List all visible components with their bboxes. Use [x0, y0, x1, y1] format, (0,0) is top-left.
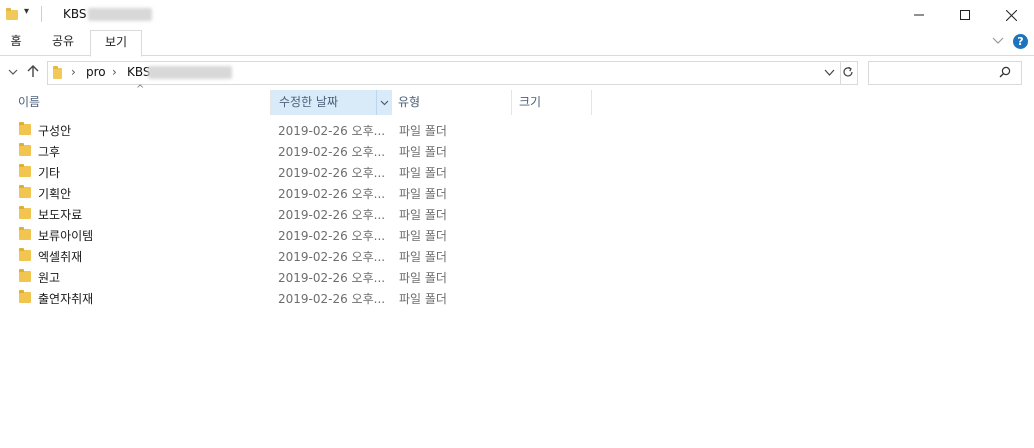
item-date: 2019-02-26 오후... [278, 271, 386, 285]
recent-locations-button[interactable] [8, 66, 18, 80]
folder-icon [19, 206, 31, 219]
window-title: KBS [63, 7, 87, 21]
list-item[interactable]: 기획안 2019-02-26 오후... 파일 폴더 [16, 183, 476, 204]
maximize-button[interactable] [942, 0, 988, 30]
item-type: 파일 폴더 [399, 145, 447, 159]
column-header-name[interactable]: 이름 [16, 90, 272, 115]
list-item[interactable]: 그후 2019-02-26 오후... 파일 폴더 [16, 141, 476, 162]
list-item[interactable]: 보도자료 2019-02-26 오후... 파일 폴더 [16, 204, 476, 225]
folder-icon [6, 8, 18, 20]
folder-icon [19, 185, 31, 198]
item-name: 기타 [38, 166, 61, 180]
quick-access-dropdown-icon[interactable]: ▾ [24, 6, 29, 17]
column-header-type[interactable]: 유형 [392, 90, 511, 115]
title-bar [0, 0, 1034, 30]
help-icon[interactable]: ? [1013, 34, 1028, 49]
item-name: 출연자취재 [38, 292, 94, 306]
refresh-icon [842, 66, 854, 81]
item-name: 보류아이템 [38, 229, 94, 243]
folder-icon [19, 248, 31, 261]
folder-icon [19, 122, 31, 135]
breadcrumb-pro[interactable]: pro [86, 65, 106, 79]
folder-icon [19, 227, 31, 240]
item-date: 2019-02-26 오후... [278, 145, 386, 159]
item-type: 파일 폴더 [399, 250, 447, 264]
chevron-down-icon [8, 69, 18, 75]
folder-icon [19, 143, 31, 156]
breadcrumb-kbs[interactable]: KBS [127, 65, 151, 79]
list-item[interactable]: 보류아이템 2019-02-26 오후... 파일 폴더 [16, 225, 476, 246]
ribbon-tabs-bar [0, 30, 1034, 56]
item-name: 기획안 [38, 187, 72, 201]
chevron-down-icon [380, 100, 389, 106]
item-date: 2019-02-26 오후... [278, 187, 386, 201]
title-redacted [88, 8, 152, 21]
folder-icon [19, 290, 31, 303]
breadcrumb-separator-icon[interactable]: › [71, 65, 76, 79]
search-icon[interactable] [999, 66, 1011, 81]
item-date: 2019-02-26 오후... [278, 208, 386, 222]
item-type: 파일 폴더 [399, 292, 447, 306]
chevron-down-icon [824, 69, 835, 76]
close-icon [1005, 9, 1017, 21]
item-type: 파일 폴더 [399, 166, 447, 180]
arrow-up-icon [27, 65, 39, 77]
close-button[interactable] [988, 0, 1034, 30]
list-item[interactable]: 엑셀취재 2019-02-26 오후... 파일 폴더 [16, 246, 476, 267]
item-name: 원고 [38, 271, 61, 285]
folder-icon [53, 66, 62, 79]
tab-home[interactable]: 홈 [0, 30, 32, 55]
item-date: 2019-02-26 오후... [278, 166, 386, 180]
column-header-size[interactable]: 크기 [512, 90, 591, 115]
maximize-icon [960, 10, 970, 20]
column-header-date[interactable]: 수정한 날짜 [271, 90, 376, 115]
item-name: 그후 [38, 145, 61, 159]
path-redacted [148, 66, 232, 79]
minimize-button[interactable] [896, 0, 942, 30]
item-date: 2019-02-26 오후... [278, 250, 386, 264]
up-button[interactable] [26, 64, 40, 81]
minimize-icon [914, 14, 924, 16]
breadcrumb-separator-icon[interactable]: › [112, 65, 117, 79]
list-item[interactable]: 원고 2019-02-26 오후... 파일 폴더 [16, 267, 476, 288]
item-name: 엑셀취재 [38, 250, 83, 264]
folder-icon [19, 164, 31, 177]
tab-share[interactable]: 공유 [40, 30, 86, 55]
item-type: 파일 폴더 [399, 187, 447, 201]
item-name: 보도자료 [38, 208, 83, 222]
list-item[interactable]: 기타 2019-02-26 오후... 파일 폴더 [16, 162, 476, 183]
list-item[interactable]: 구성안 2019-02-26 오후... 파일 폴더 [16, 120, 476, 141]
item-name: 구성안 [38, 124, 72, 138]
item-type: 파일 폴더 [399, 208, 447, 222]
column-filter-button[interactable] [376, 90, 392, 115]
column-separator[interactable] [591, 90, 592, 115]
address-dropdown-button[interactable] [824, 67, 835, 81]
item-date: 2019-02-26 오후... [278, 292, 386, 306]
item-type: 파일 폴더 [399, 229, 447, 243]
title-separator [41, 6, 42, 22]
item-type: 파일 폴더 [399, 124, 447, 138]
item-date: 2019-02-26 오후... [278, 124, 386, 138]
folder-icon [19, 269, 31, 282]
item-date: 2019-02-26 오후... [278, 229, 386, 243]
item-type: 파일 폴더 [399, 271, 447, 285]
chevron-down-icon [992, 37, 1004, 44]
list-item[interactable]: 출연자취재 2019-02-26 오후... 파일 폴더 [16, 288, 476, 309]
tab-view[interactable]: 보기 [90, 30, 142, 57]
ribbon-expand-button[interactable] [992, 35, 1004, 49]
